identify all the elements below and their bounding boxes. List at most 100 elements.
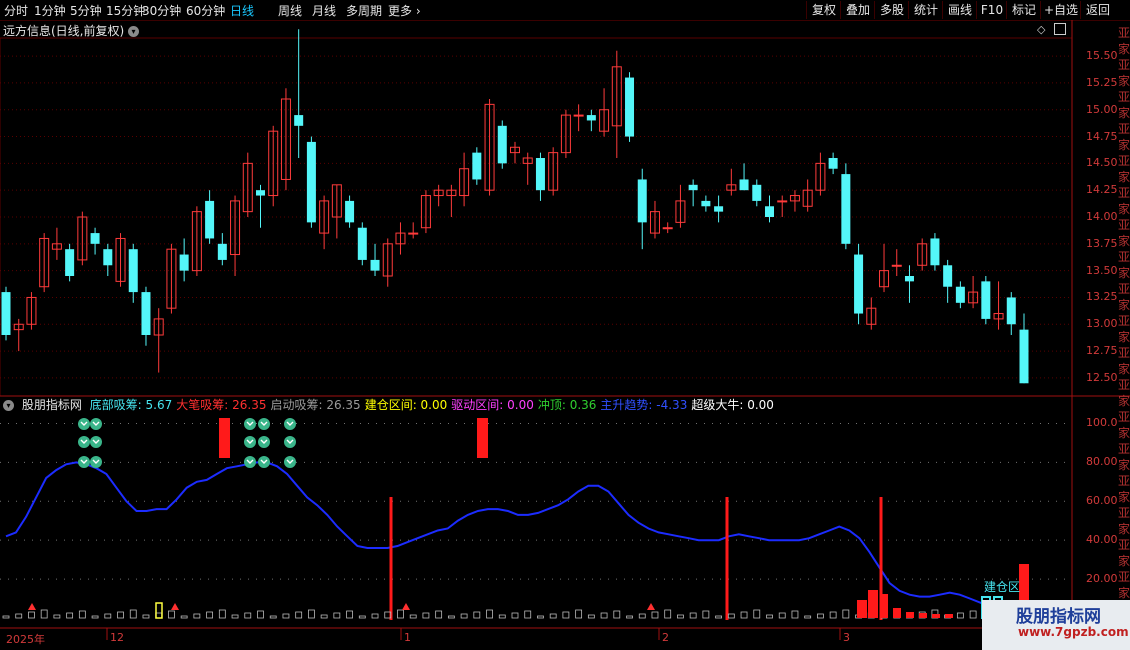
volume-bar — [333, 612, 341, 619]
volume-bar — [677, 614, 684, 619]
candle-body-down — [943, 265, 953, 287]
price-tick-label: 15.25 — [1086, 75, 1118, 89]
volume-bar — [66, 612, 74, 619]
volume-bar — [244, 612, 252, 619]
candle-body-down — [739, 179, 749, 191]
date-label: 1 — [404, 631, 411, 644]
volume-bar — [689, 612, 697, 619]
candle-body-down — [765, 206, 774, 217]
indicator-tick-label: 40.00 — [1086, 533, 1118, 547]
candle-body-down — [625, 77, 635, 137]
candle-body-down — [981, 281, 991, 319]
volume-bar-red — [868, 590, 878, 618]
volume-bar — [626, 615, 633, 619]
side-char: 家 — [1118, 522, 1130, 536]
candle-body-down — [179, 254, 189, 271]
signal-block — [219, 418, 230, 458]
price-tick-label: 13.00 — [1086, 317, 1118, 331]
candle-body-down — [65, 249, 75, 276]
volume-bar — [587, 614, 595, 619]
side-char: 家 — [1118, 586, 1130, 600]
volume-bar — [104, 613, 112, 619]
side-char: 家 — [1118, 74, 1130, 88]
candle-body-down — [357, 227, 367, 260]
volume-bar — [473, 611, 481, 619]
side-char: 亚 — [1118, 570, 1130, 584]
volume-bar — [524, 610, 532, 619]
price-tick-label: 14.50 — [1086, 156, 1118, 170]
volume-bar — [307, 609, 315, 619]
price-tick-label: 13.25 — [1086, 290, 1118, 304]
indicator-item-1: 大笔吸筹: 26.35 — [176, 398, 267, 412]
candle-body-down — [294, 115, 304, 126]
side-char: 家 — [1118, 330, 1130, 344]
volume-bar — [295, 611, 303, 619]
volume-bar — [600, 612, 608, 619]
volume-bar — [447, 615, 455, 619]
candle-body-down — [828, 158, 838, 169]
date-label: 3 — [843, 631, 850, 644]
bottom-signal-icon — [244, 418, 256, 430]
candle-body-up — [777, 200, 788, 203]
side-char: 家 — [1118, 554, 1130, 568]
candle-body-down — [955, 286, 965, 303]
volume-bar — [664, 609, 672, 619]
chevron-down-icon[interactable]: ▾ — [3, 400, 14, 411]
side-char: 亚 — [1118, 154, 1130, 168]
candle-body-down — [752, 184, 762, 201]
candle-body-down — [306, 141, 316, 223]
bottom-signal-icon — [90, 456, 102, 468]
indicator-name[interactable]: 股朋指标网 — [22, 398, 82, 412]
indicator-item-5: 冲顶: 0.36 — [537, 398, 597, 412]
candle-body-down — [141, 292, 151, 335]
indicator-tick-label: 20.00 — [1086, 572, 1118, 586]
bottom-signal-icon — [78, 456, 90, 468]
watermark-title: 股朋指标网 — [1016, 607, 1101, 627]
side-char: 亚 — [1118, 506, 1130, 520]
side-char: 家 — [1118, 138, 1130, 152]
volume-bar — [486, 609, 493, 619]
side-char: 亚 — [1118, 282, 1130, 296]
side-char: 亚 — [1118, 314, 1130, 328]
volume-bar — [117, 611, 124, 619]
volume-bar — [129, 609, 137, 619]
side-char: 家 — [1118, 170, 1130, 184]
bottom-signal-icon — [258, 436, 270, 448]
up-arrow-icon — [28, 603, 36, 610]
candle-body-down — [586, 115, 596, 121]
bottom-signal-icon — [258, 456, 270, 468]
candle-body-down — [256, 190, 265, 196]
candle-body-down — [90, 233, 100, 244]
volume-bar — [320, 614, 328, 619]
indicator-item-2: 启动吸筹: 26.35 — [270, 398, 361, 412]
volume-bar — [193, 613, 201, 619]
volume-bar-red — [857, 600, 867, 618]
diamond-icon[interactable]: ◇ — [1037, 23, 1045, 36]
window-icon[interactable] — [1054, 23, 1066, 35]
side-char: 家 — [1118, 106, 1130, 120]
bottom-signal-icon — [258, 418, 270, 430]
volume-bar — [168, 610, 175, 619]
volume-bar — [422, 612, 430, 619]
side-char: 亚 — [1118, 90, 1130, 104]
volume-bar — [346, 610, 353, 619]
bottom-signal-icon — [90, 418, 102, 430]
candle-body-up — [573, 114, 584, 117]
volume-bar — [40, 609, 48, 619]
price-tick-label: 13.75 — [1086, 236, 1118, 250]
bottom-signal-icon — [284, 436, 296, 448]
marker-bar — [155, 602, 163, 619]
indicator-tick-label: 100.0 — [1086, 416, 1118, 430]
volume-bar — [435, 610, 443, 619]
volume-bar — [257, 610, 264, 619]
candle-body-down — [701, 200, 711, 207]
volume-bar — [231, 614, 239, 619]
volume-bar — [397, 609, 404, 619]
chart-canvas[interactable] — [0, 0, 1130, 650]
candle-body-down — [904, 276, 914, 282]
volume-bar — [53, 614, 61, 619]
volume-bar — [727, 613, 735, 619]
side-char: 亚 — [1118, 442, 1130, 456]
indicator-item-6: 主升趋势: -4.33 — [600, 398, 688, 412]
side-char: 家 — [1118, 298, 1130, 312]
